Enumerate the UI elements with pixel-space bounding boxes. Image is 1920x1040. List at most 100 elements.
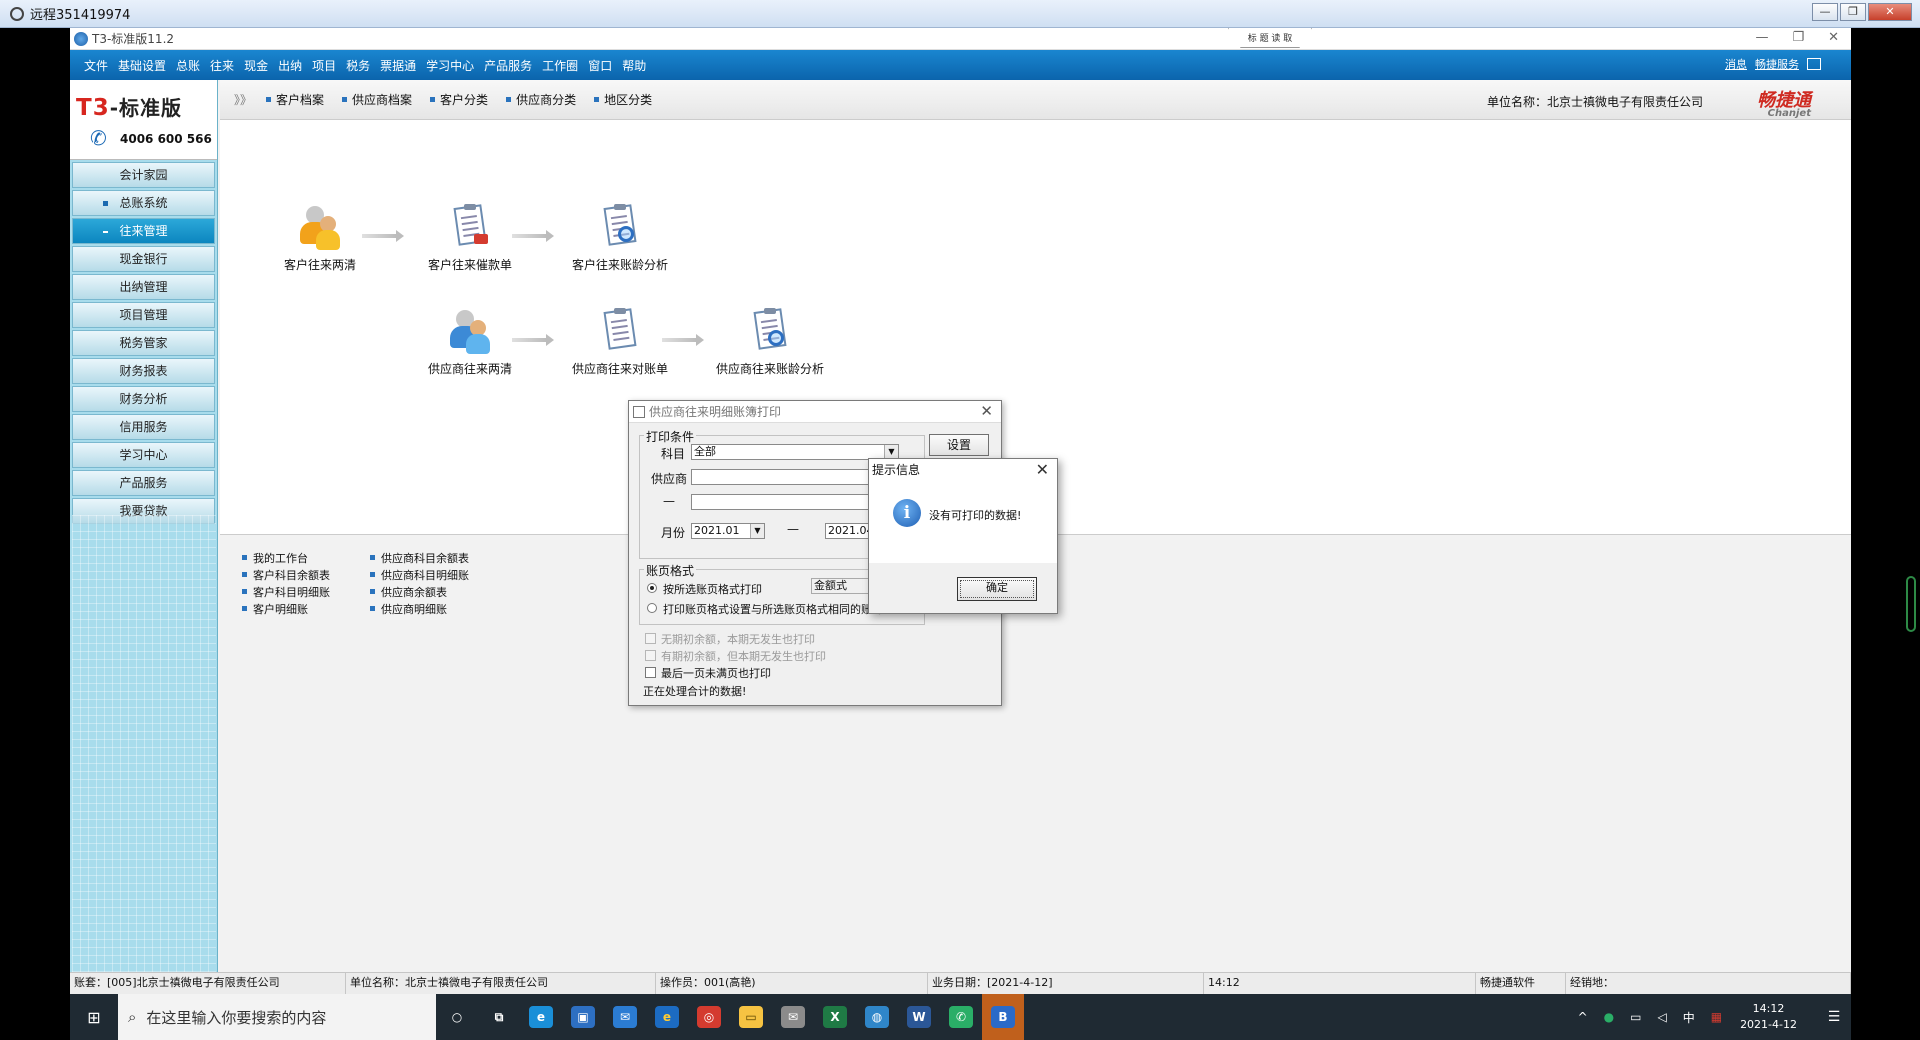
taskbar-store-button[interactable]: ▣ [562, 994, 604, 1040]
sidebar-item[interactable]: 信用服务 [72, 414, 215, 440]
link-customer-subject-balance[interactable]: 客户科目余额表 [242, 566, 330, 583]
tray-ime-indicator[interactable]: 中 [1683, 1009, 1695, 1026]
menu-invoice[interactable]: 票据通 [380, 57, 416, 74]
app-restore-button[interactable]: ❐ [1792, 30, 1804, 45]
settings-button[interactable]: 设置 [929, 434, 989, 456]
link-customer-detail[interactable]: 客户明细账 [242, 600, 330, 617]
taskbar-explorer-button[interactable]: ▭ [730, 994, 772, 1040]
sidebar-item[interactable]: 总账系统 [72, 190, 215, 216]
notification-icon[interactable]: ☰ [1817, 1009, 1851, 1025]
customer-clear-item[interactable]: 客户往来两清 [260, 204, 380, 273]
sidebar-item[interactable]: 财务报表 [72, 358, 215, 384]
taskbar-cortana-button[interactable]: ○ [436, 994, 478, 1040]
print-dialog-close-button[interactable]: ✕ [980, 402, 993, 420]
checkbox-no-opening-balance[interactable] [645, 633, 656, 644]
link-supplier-subject-balance[interactable]: 供应商科目余额表 [370, 549, 469, 566]
menu-product-service[interactable]: 产品服务 [484, 57, 532, 74]
expand-sidebar-button[interactable]: 》》 [234, 91, 252, 108]
sidebar-item[interactable]: 税务管家 [72, 330, 215, 356]
taskbar-edge-button[interactable]: e [520, 994, 562, 1040]
menu-window[interactable]: 窗口 [588, 57, 612, 74]
remote-minimize-button[interactable]: — [1812, 3, 1838, 21]
chevron-down-icon[interactable]: ▼ [884, 445, 898, 459]
menu-cashier[interactable]: 出纳 [278, 57, 302, 74]
service-link[interactable]: 畅捷服务 [1755, 56, 1799, 72]
menu-help[interactable]: 帮助 [622, 57, 646, 74]
customer-dunning-item[interactable]: 客户往来催款单 [410, 204, 530, 273]
tray-wechat-icon[interactable]: ● [1604, 1010, 1614, 1024]
app-minimize-button[interactable]: — [1755, 30, 1768, 45]
chevron-down-icon[interactable]: ▼ [750, 524, 764, 538]
supplier-archive-button[interactable]: 供应商档案 [342, 91, 412, 108]
supplier-clear-item[interactable]: 供应商往来两清 [410, 308, 530, 377]
supplier-statement-item[interactable]: 供应商往来对账单 [560, 308, 680, 377]
sidebar-item-label: 财务报表 [119, 364, 168, 378]
sidebar-item-label: 往来管理 [119, 224, 168, 238]
tray-clock[interactable]: 14:12 2021-4-12 [1740, 1001, 1797, 1033]
wechat-icon: ✆ [949, 1006, 973, 1028]
sidebar-item[interactable]: 往来管理 [72, 218, 215, 244]
menu-learning[interactable]: 学习中心 [426, 57, 474, 74]
menu-cash[interactable]: 现金 [244, 57, 268, 74]
start-button[interactable]: ⊞ [70, 1008, 118, 1027]
menu-project[interactable]: 项目 [312, 57, 336, 74]
checkbox-has-opening-balance[interactable] [645, 650, 656, 661]
remote-maximize-button[interactable]: ❐ [1840, 3, 1866, 21]
supplier-aging-item[interactable]: 供应商往来账龄分析 [710, 308, 830, 377]
customer-aging-item[interactable]: 客户往来账龄分析 [560, 204, 680, 273]
taskbar-ie-button[interactable]: e [646, 994, 688, 1040]
link-supplier-subject-detail[interactable]: 供应商科目明细账 [370, 566, 469, 583]
sidebar-item[interactable]: 产品服务 [72, 470, 215, 496]
ok-button[interactable]: 确定 [957, 577, 1037, 601]
supplier-from-input[interactable] [691, 469, 871, 485]
link-customer-subject-detail[interactable]: 客户科目明细账 [242, 583, 330, 600]
radio-same-format[interactable] [647, 603, 657, 613]
format-select[interactable]: 金额式 [811, 578, 871, 594]
remote-scroll-indicator[interactable] [1906, 576, 1916, 632]
taskbar-mail-button[interactable]: ✉ [604, 994, 646, 1040]
tray-expand-icon[interactable]: ^ [1578, 1010, 1588, 1024]
taskbar-network-button[interactable]: ◍ [856, 994, 898, 1040]
supplier-category-button[interactable]: 供应商分类 [506, 91, 576, 108]
taskbar-t3-button[interactable]: B [982, 994, 1024, 1040]
messages-link[interactable]: 消息 [1725, 56, 1747, 72]
menu-tax[interactable]: 税务 [346, 57, 370, 74]
taskbar-photo-button[interactable]: ✉ [772, 994, 814, 1040]
month-from-select[interactable]: 2021.01 ▼ [691, 523, 765, 539]
supplier-to-input[interactable] [691, 494, 871, 510]
app-close-button[interactable]: ✕ [1828, 30, 1839, 45]
tray-volume-icon[interactable]: ◁ [1657, 1010, 1666, 1024]
region-category-button[interactable]: 地区分类 [594, 91, 652, 108]
screen-icon[interactable] [1807, 58, 1821, 70]
menu-basic-settings[interactable]: 基础设置 [118, 57, 166, 74]
customer-category-button[interactable]: 客户分类 [430, 91, 488, 108]
taskbar-task-view-button[interactable]: ⧉ [478, 994, 520, 1040]
radio-selected-format[interactable] [647, 583, 657, 593]
remote-toolbar-tab[interactable]: 标 题 读 取 [1228, 28, 1312, 48]
sidebar-item[interactable]: 出纳管理 [72, 274, 215, 300]
tray-network-icon[interactable]: ▭ [1630, 1010, 1641, 1024]
sidebar-item[interactable]: 项目管理 [72, 302, 215, 328]
taskbar-app-red-button[interactable]: ◎ [688, 994, 730, 1040]
taskbar-wechat-button[interactable]: ✆ [940, 994, 982, 1040]
customer-archive-button[interactable]: 客户档案 [266, 91, 324, 108]
flow-label: 客户往来催款单 [427, 258, 512, 272]
menu-receivables[interactable]: 往来 [210, 57, 234, 74]
taskbar-excel-button[interactable]: X [814, 994, 856, 1040]
tray-calendar-icon[interactable]: ▦ [1711, 1010, 1722, 1024]
menu-work-circle[interactable]: 工作圈 [542, 57, 578, 74]
taskbar-word-button[interactable]: W [898, 994, 940, 1040]
menu-file[interactable]: 文件 [84, 57, 108, 74]
taskbar-search[interactable]: ⌕ 在这里输入你要搜索的内容 [118, 994, 436, 1040]
message-box-close-button[interactable]: ✕ [1036, 459, 1049, 481]
sidebar-item[interactable]: 现金银行 [72, 246, 215, 272]
remote-close-button[interactable]: ✕ [1868, 3, 1912, 21]
checkbox-last-page[interactable] [645, 667, 656, 678]
menu-general-ledger[interactable]: 总账 [176, 57, 200, 74]
link-supplier-detail[interactable]: 供应商明细账 [370, 600, 469, 617]
sidebar-item[interactable]: 财务分析 [72, 386, 215, 412]
sidebar-item[interactable]: 会计家园 [72, 162, 215, 188]
sidebar-item[interactable]: 学习中心 [72, 442, 215, 468]
link-my-workbench[interactable]: 我的工作台 [242, 549, 330, 566]
link-supplier-balance[interactable]: 供应商余额表 [370, 583, 469, 600]
